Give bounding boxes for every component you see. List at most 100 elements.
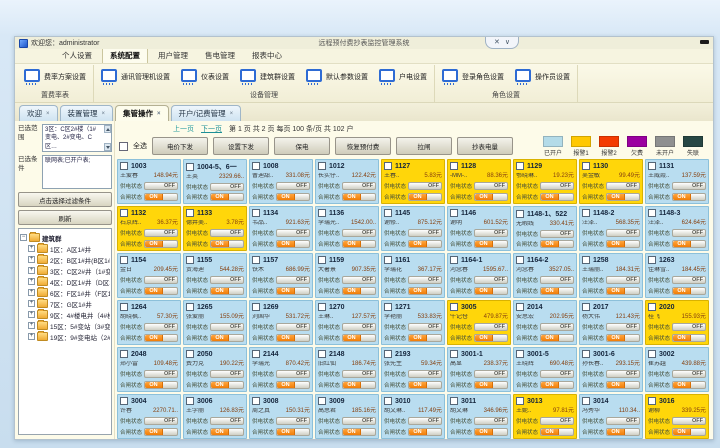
meter-checkbox[interactable] — [516, 256, 524, 264]
ribbon-button[interactable]: 费率方案设置 — [22, 67, 88, 88]
supply-status-toggle[interactable]: OFF — [408, 417, 442, 425]
supply-status-toggle[interactable]: OFF — [144, 182, 178, 190]
meter-checkbox[interactable] — [384, 397, 392, 405]
menu-item-3[interactable]: 用户管理 — [151, 48, 195, 63]
supply-status-toggle[interactable]: OFF — [144, 323, 178, 331]
supply-status-toggle[interactable]: OFF — [210, 370, 244, 378]
meter-card[interactable]: 3004许春2270.71..供电状态OFF合闸状态ON — [117, 394, 181, 439]
supply-status-toggle[interactable]: OFF — [540, 276, 574, 284]
ribbon-button[interactable]: 操作员设置 — [513, 67, 572, 88]
supply-status-toggle[interactable]: OFF — [144, 276, 178, 284]
meter-card[interactable]: 1270王琳..127.57元供电状态OFF合闸状态ON — [315, 300, 379, 345]
toolbar-button-2[interactable]: 设置下发 — [213, 137, 269, 155]
tab-3[interactable]: 集管操作× — [115, 105, 169, 121]
close-status-toggle[interactable]: ON — [540, 381, 574, 389]
meter-checkbox[interactable] — [582, 350, 590, 358]
selected-condition-box[interactable]: 联网表;已开户表; — [42, 155, 112, 189]
supply-status-toggle[interactable]: OFF — [540, 230, 574, 238]
meter-checkbox[interactable] — [384, 209, 392, 217]
toolbar-button-6[interactable]: 抄表电量 — [457, 137, 513, 155]
scroll-up-icon[interactable] — [104, 125, 111, 133]
close-status-toggle[interactable]: ON — [144, 334, 178, 342]
supply-status-toggle[interactable]: OFF — [408, 276, 442, 284]
meter-checkbox[interactable] — [120, 303, 128, 311]
supply-status-toggle[interactable]: OFF — [342, 323, 376, 331]
tree-item-4[interactable]: +4区：D区1#井（D区1 — [20, 276, 110, 287]
meter-card[interactable]: 2014安思宏202.95元供电状态OFF合闸状态ON — [513, 300, 577, 345]
meter-card[interactable]: 2048郑小雷109.48元供电状态OFF合闸状态ON — [117, 347, 181, 392]
meter-checkbox[interactable] — [318, 303, 326, 311]
supply-status-toggle[interactable]: OFF — [144, 229, 178, 237]
supply-status-toggle[interactable]: OFF — [210, 276, 244, 284]
meter-checkbox[interactable] — [450, 162, 458, 170]
meter-card[interactable]: 3010胡文琳..117.49元供电状态OFF合闸状态ON — [381, 394, 445, 439]
meter-checkbox[interactable] — [318, 256, 326, 264]
supply-status-toggle[interactable]: OFF — [474, 323, 508, 331]
supply-status-toggle[interactable]: OFF — [408, 323, 442, 331]
refresh-button[interactable]: 刷新 — [18, 210, 112, 225]
supply-status-toggle[interactable]: OFF — [540, 182, 574, 190]
meter-checkbox[interactable] — [582, 209, 590, 217]
expand-icon[interactable]: + — [28, 278, 35, 285]
meter-card[interactable]: 1012长实仔..122.42元供电状态OFF合闸状态ON — [315, 159, 379, 204]
tree-item-9[interactable]: +19区：9#变电站（2# — [20, 331, 110, 342]
close-status-toggle[interactable]: ON — [342, 287, 376, 295]
supply-status-toggle[interactable]: OFF — [672, 370, 706, 378]
supply-status-toggle[interactable]: OFF — [210, 183, 244, 191]
meter-card[interactable]: 3001-6孙长春..293.15元供电状态OFF合闸状态ON — [579, 347, 643, 392]
close-status-toggle[interactable]: ON — [276, 240, 310, 248]
close-status-toggle[interactable]: ON — [276, 287, 310, 295]
meter-card[interactable]: 3008周之真150.31元供电状态OFF合闸状态ON — [249, 394, 313, 439]
meter-card[interactable]: 3016谢柳339.25元供电状态OFF合闸状态ON — [645, 394, 709, 439]
meter-card[interactable]: 3001-1高显238.37元供电状态OFF合闸状态ON — [447, 347, 511, 392]
close-status-toggle[interactable]: ON — [210, 381, 244, 389]
tab-1[interactable]: 欢迎× — [19, 105, 58, 121]
meter-checkbox[interactable] — [120, 397, 128, 405]
meter-card[interactable]: 2050费力克190.22元供电状态OFF合闸状态ON — [183, 347, 247, 392]
prev-page-link[interactable]: 上一页 — [173, 124, 194, 134]
menu-item-2[interactable]: 系统配置 — [102, 47, 148, 63]
close-status-toggle[interactable]: ON — [342, 193, 376, 201]
meter-checkbox[interactable] — [186, 209, 194, 217]
meter-checkbox[interactable] — [582, 303, 590, 311]
meter-checkbox[interactable] — [186, 397, 194, 405]
ribbon-button[interactable]: 默认参数设置 — [304, 67, 370, 88]
tree-root-item[interactable]: −建筑群 — [20, 232, 110, 243]
tab-4[interactable]: 开户/记费管理× — [171, 105, 242, 121]
supply-status-toggle[interactable]: OFF — [408, 370, 442, 378]
tab-close-icon[interactable]: × — [157, 111, 161, 117]
expand-icon[interactable]: + — [28, 245, 35, 252]
supply-status-toggle[interactable]: OFF — [606, 276, 640, 284]
meter-card[interactable]: 1263佳琳雪..184.45元供电状态OFF合闸状态ON — [645, 253, 709, 298]
supply-status-toggle[interactable]: OFF — [210, 323, 244, 331]
supply-status-toggle[interactable]: OFF — [672, 417, 706, 425]
supply-status-toggle[interactable]: OFF — [342, 370, 376, 378]
meter-checkbox[interactable] — [252, 303, 260, 311]
selected-range-listbox[interactable]: 3区：C区2#楼（1#变电、2#变电、C区… — [42, 124, 112, 152]
meter-card[interactable]: 1155贵海迪544.28元供电状态OFF合闸状态ON — [183, 253, 247, 298]
meter-card[interactable]: 1164-1河念春1595.67..供电状态OFF合闸状态ON — [447, 253, 511, 298]
menu-item-5[interactable]: 报表中心 — [245, 48, 289, 63]
supply-status-toggle[interactable]: OFF — [276, 276, 310, 284]
meter-card[interactable]: 1136李瑞光..1542.00..供电状态OFF合闸状态ON — [315, 206, 379, 251]
tree-item-5[interactable]: +6区：F区1#井（F区1# — [20, 287, 110, 298]
close-status-toggle[interactable]: ON — [606, 381, 640, 389]
close-status-toggle[interactable]: ON — [540, 334, 574, 342]
meter-card[interactable]: 1258王瑞丽..184.31元供电状态OFF合闸状态ON — [579, 253, 643, 298]
ribbon-button[interactable]: 通讯管理机设置 — [99, 67, 172, 88]
close-status-toggle[interactable]: ON — [210, 334, 244, 342]
supply-status-toggle[interactable]: OFF — [474, 182, 508, 190]
meter-checkbox[interactable] — [516, 303, 524, 311]
close-status-toggle[interactable]: ON — [672, 428, 706, 436]
close-status-toggle[interactable]: ON — [474, 240, 508, 248]
close-status-toggle[interactable]: ON — [408, 287, 442, 295]
meter-card[interactable]: 2017杨大伟121.43元供电状态OFF合闸状态ON — [579, 300, 643, 345]
meter-card[interactable]: 1129鄂晓琳..19.23元供电状态OFF合闸状态ON — [513, 159, 577, 204]
meter-checkbox[interactable] — [120, 162, 128, 170]
meter-checkbox[interactable] — [516, 350, 524, 358]
meter-card[interactable]: 2144李瑞光870.42元供电状态OFF合闸状态ON — [249, 347, 313, 392]
expand-icon[interactable]: + — [28, 267, 35, 274]
meter-checkbox[interactable] — [318, 162, 326, 170]
meter-card[interactable]: 1004-5、6一王英2329.66..供电状态OFF合闸状态ON — [183, 159, 247, 204]
meter-checkbox[interactable] — [120, 350, 128, 358]
